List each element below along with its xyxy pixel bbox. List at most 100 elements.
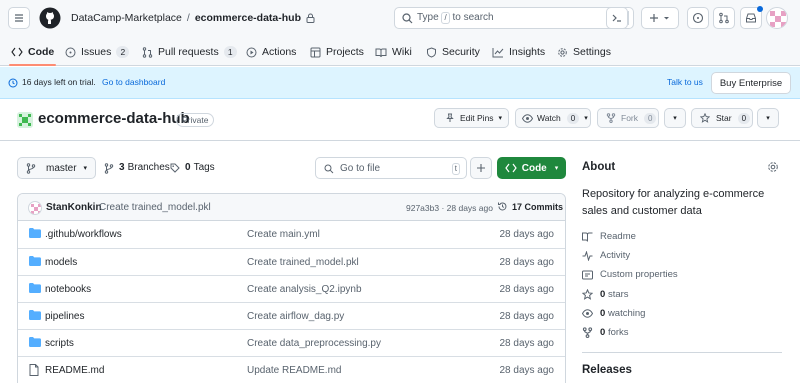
breadcrumb-org[interactable]: DataCamp-Marketplace	[71, 11, 182, 25]
file-name[interactable]: models	[45, 257, 77, 268]
github-logo-icon[interactable]	[39, 7, 61, 29]
readme-link[interactable]: Readme	[582, 231, 636, 242]
tab-projects[interactable]: Projects	[310, 38, 364, 66]
tab-wiki-label: Wiki	[392, 46, 412, 58]
repo-header: ecommerce-data-hub Private Edit Pins ▾ W…	[0, 100, 800, 141]
add-file-button[interactable]	[470, 157, 492, 179]
table-row[interactable]: models Create trained_model.pkl 28 days …	[18, 248, 565, 275]
shield-icon	[427, 46, 436, 58]
tab-insights[interactable]: Insights	[492, 38, 545, 66]
table-row[interactable]: README.md Update README.md 28 days ago	[18, 356, 565, 383]
commit-hash-age[interactable]: 927a3b3 · 28 days ago	[406, 203, 493, 213]
repo-forked-icon	[606, 113, 616, 123]
caret-down-icon: ▾	[498, 115, 503, 122]
file-name[interactable]: scripts	[45, 338, 74, 349]
file-age: 28 days ago	[499, 338, 555, 349]
fork-count: 0	[644, 112, 657, 124]
file-commit-message[interactable]: Create main.yml	[247, 229, 320, 240]
git-branch-icon	[26, 162, 36, 174]
custom-properties-link[interactable]: Custom properties	[582, 269, 678, 280]
branch-select[interactable]: master ▾	[17, 157, 96, 179]
pull-requests-button[interactable]	[713, 7, 735, 29]
search-icon	[402, 13, 413, 24]
branches-icon	[104, 162, 114, 174]
inbox-icon	[746, 13, 756, 23]
create-new-button[interactable]	[641, 7, 679, 29]
play-icon	[246, 47, 257, 57]
star-button[interactable]: Star 0	[691, 108, 753, 128]
tags-count: 0	[185, 162, 191, 173]
file-age: 28 days ago	[499, 284, 555, 295]
branches-link[interactable]: 3 Branches	[104, 162, 170, 174]
watch-caret-icon: ▾	[584, 115, 588, 122]
tab-issues[interactable]: Issues 2	[65, 38, 130, 66]
table-row[interactable]: notebooks Create analysis_Q2.ipynb 28 da…	[18, 275, 565, 302]
tab-pull-requests[interactable]: Pull requests 1	[142, 38, 237, 66]
table-row[interactable]: scripts Create data_preprocessing.py 28 …	[18, 329, 565, 356]
repo-nav: Code Issues 2 Pull requests 1 Actions Pr…	[0, 38, 800, 66]
tags-label: Tags	[193, 162, 215, 173]
file-name[interactable]: README.md	[45, 365, 104, 376]
global-search-input[interactable]: Type / to search	[394, 7, 634, 29]
file-name[interactable]: pipelines	[45, 311, 84, 322]
tab-actions[interactable]: Actions	[246, 38, 296, 66]
file-commit-message[interactable]: Create trained_model.pkl	[247, 257, 359, 268]
star-dropdown[interactable]: ▾	[757, 108, 779, 128]
dashboard-link[interactable]: Go to dashboard	[102, 77, 165, 88]
repo-description: Repository for analyzing e-commerce sale…	[582, 188, 765, 217]
table-row[interactable]: .github/workflows Create main.yml 28 day…	[18, 221, 565, 248]
file-name[interactable]: notebooks	[45, 284, 91, 295]
go-to-file-input[interactable]: Go to file t	[315, 157, 467, 179]
tab-code[interactable]: Code	[8, 38, 57, 66]
stars-link[interactable]: 0 stars	[582, 289, 629, 300]
folder-icon	[29, 283, 41, 293]
breadcrumb-repo[interactable]: ecommerce-data-hub	[195, 11, 301, 25]
star-count: 0	[737, 112, 751, 124]
repo-title[interactable]: ecommerce-data-hub	[38, 110, 190, 128]
commit-author-avatar[interactable]	[28, 201, 42, 215]
talk-to-us-link[interactable]: Talk to us	[667, 77, 703, 88]
command-palette-button[interactable]	[606, 7, 628, 29]
table-row[interactable]: pipelines Create airflow_dag.py 28 days …	[18, 302, 565, 329]
tab-pull-requests-label: Pull requests	[158, 46, 219, 58]
commit-message[interactable]: Create trained_model.pkl	[99, 202, 211, 213]
stars-label: stars	[607, 289, 629, 300]
breadcrumb: DataCamp-Marketplace / ecommerce-data-hu…	[71, 11, 315, 25]
releases-heading[interactable]: Releases	[582, 364, 632, 376]
about-settings-gear-icon[interactable]	[767, 161, 779, 173]
file-name[interactable]: .github/workflows	[45, 229, 122, 240]
watching-link[interactable]: 0 watching	[582, 308, 645, 319]
note-icon	[582, 270, 593, 279]
tab-wiki[interactable]: Wiki	[375, 38, 412, 66]
tab-projects-label: Projects	[326, 46, 364, 58]
fork-label: Fork	[621, 113, 638, 123]
file-commit-message[interactable]: Update README.md	[247, 365, 341, 376]
activity-link[interactable]: Activity	[582, 250, 630, 261]
tab-security[interactable]: Security	[426, 38, 480, 66]
graph-icon	[492, 47, 504, 57]
file-commit-message[interactable]: Create analysis_Q2.ipynb	[247, 284, 362, 295]
watch-button[interactable]: Watch 0 ▾	[515, 108, 591, 128]
commits-link[interactable]: 17 Commits	[497, 201, 563, 212]
buy-enterprise-button[interactable]: Buy Enterprise	[711, 72, 791, 94]
code-clone-button[interactable]: Code ▾	[497, 157, 566, 179]
history-icon	[498, 202, 507, 211]
fork-dropdown[interactable]: ▾	[664, 108, 686, 128]
readme-label: Readme	[600, 231, 636, 242]
tab-settings[interactable]: Settings	[557, 38, 611, 66]
tags-link[interactable]: 0 Tags	[170, 162, 215, 174]
file-commit-message[interactable]: Create data_preprocessing.py	[247, 338, 381, 349]
inbox-button[interactable]	[740, 6, 763, 29]
pull-request-icon	[719, 12, 729, 24]
edit-pins-button[interactable]: Edit Pins ▾	[434, 108, 509, 128]
file-commit-message[interactable]: Create airflow_dag.py	[247, 311, 344, 322]
user-avatar[interactable]	[766, 7, 788, 29]
eye-icon	[522, 113, 533, 123]
fork-button[interactable]: Fork 0	[597, 108, 659, 128]
menu-button[interactable]	[8, 7, 30, 29]
commit-author[interactable]: StanKonkin	[46, 202, 102, 213]
forks-link[interactable]: 0 forks	[582, 327, 629, 338]
search-placeholder: Type / to search	[417, 12, 494, 24]
file-search-icon	[324, 164, 334, 174]
issues-button[interactable]	[687, 7, 709, 29]
